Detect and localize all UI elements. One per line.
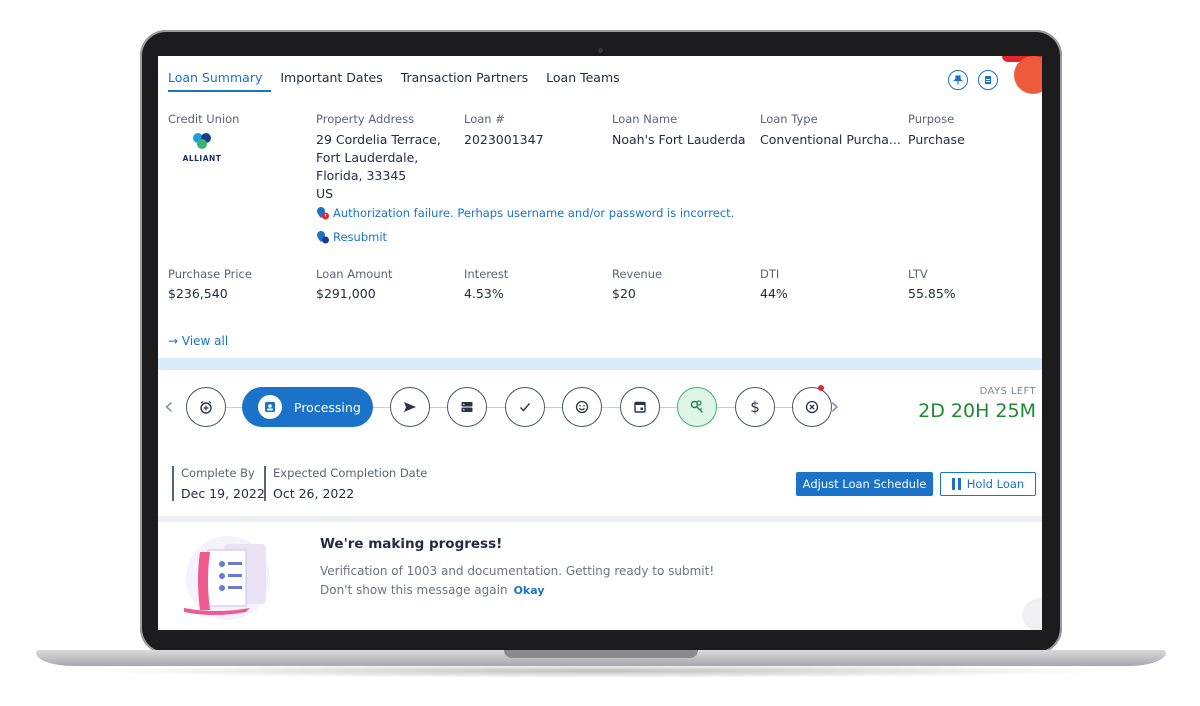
expected-completion-label: Expected Completion Date [273,466,428,480]
calendar-icon[interactable] [620,387,660,427]
notification-bell-icon[interactable] [1014,56,1042,94]
address-line-3: Florida, 33345 [316,168,407,183]
pin-icon[interactable] [948,70,968,90]
expected-completion: Expected Completion Date Oct 26, 2022 [264,466,427,501]
expected-completion-value: Oct 26, 2022 [273,486,355,501]
loan-number-value: 2023001347 [464,132,544,147]
revenue-value: $20 [612,286,636,301]
days-left-label: DAYS LEFT [979,386,1036,397]
tab-important-dates[interactable]: Important Dates [280,70,391,92]
loan-name-label: Loan Name [612,112,678,126]
loan-type-value: Conventional Purcha... [760,132,901,147]
tab-loan-summary[interactable]: Loan Summary [168,70,272,92]
complete-by: Complete By Dec 19, 2022 [172,466,265,501]
send-icon[interactable] [390,387,430,427]
hold-loan-button[interactable]: Hold Loan [940,472,1036,496]
dti-value: 44% [760,286,788,301]
smiley-icon[interactable] [562,387,602,427]
logo-text: ALLIANT [182,154,222,163]
loan-number-label: Loan # [464,112,505,126]
close-circle-icon[interactable] [792,387,832,427]
document-icon[interactable] [978,70,998,90]
complete-by-label: Complete By [181,466,255,480]
tab-bar: Loan Summary Important Dates Transaction… [168,70,638,92]
loan-amount-label: Loan Amount [316,267,393,281]
laptop-mockup: Loan Summary Important Dates Transaction… [0,0,1200,706]
chat-widget-icon[interactable] [1024,600,1042,630]
top-icon-group [948,70,998,90]
address-line-4: US [316,186,334,201]
chevron-right-icon[interactable]: › [830,392,840,420]
resubmit-link[interactable]: Resubmit [316,230,387,244]
credit-union-label: Credit Union [168,112,240,126]
purpose-value: Purchase [908,132,965,147]
processing-label: Processing [294,399,361,415]
address-line-1: 29 Cordelia Terrace, [316,132,441,147]
section-divider [158,358,1042,370]
alarm-clock-icon[interactable] [186,387,226,427]
resubmit-label: Resubmit [333,230,388,244]
resubmit-pin-icon [316,230,329,244]
dont-show-label: Don't show this message again [320,583,508,597]
loan-type-label: Loan Type [760,112,818,126]
camera [598,48,603,53]
alliant-logo: ALLIANT [178,129,226,163]
loan-amount-value: $291,000 [316,286,376,301]
interest-value: 4.53% [464,286,504,301]
okay-button[interactable]: Okay [514,584,545,597]
dollar-icon[interactable]: $ [735,387,775,427]
purpose-label: Purpose [908,112,955,126]
app-screen: Loan Summary Important Dates Transaction… [158,56,1042,630]
step-processing[interactable]: Processing [242,387,373,427]
laptop-notch [504,650,698,658]
alert-message: Authorization failure. Perhaps username … [333,206,735,220]
tab-loan-teams[interactable]: Loan Teams [546,70,629,92]
days-left-value: 2D 20H 25M [918,400,1036,422]
dont-show-again: Don't show this message again Okay [320,583,544,597]
authorization-alert: Authorization failure. Perhaps username … [316,206,734,220]
loan-name-value: Noah's Fort Lauderda [612,132,746,147]
tab-transaction-partners[interactable]: Transaction Partners [401,70,537,92]
view-all-link[interactable]: → View all [168,334,228,348]
purchase-price-value: $236,540 [168,286,228,301]
progress-body: Verification of 1003 and documentation. … [320,564,715,578]
dti-label: DTI [760,267,780,281]
ltv-label: LTV [908,267,928,281]
error-pin-icon [316,206,329,220]
interest-label: Interest [464,267,509,281]
revenue-label: Revenue [612,267,663,281]
message-divider [158,516,1042,522]
ltv-value: 55.85% [908,286,956,301]
property-address-label: Property Address [316,112,415,126]
server-icon[interactable] [447,387,487,427]
loan-stepper: ‹ Processing $ › DAYS LEFT 2D 20H 25M [158,380,1042,436]
pause-icon [951,478,961,490]
adjust-loan-schedule-button[interactable]: Adjust Loan Schedule [796,472,933,496]
contact-card-icon [258,395,282,419]
complete-by-value: Dec 19, 2022 [181,486,265,501]
alert-dot [818,385,824,391]
chevron-left-icon[interactable]: ‹ [164,392,174,420]
progress-title: We're making progress! [320,536,503,552]
hold-loan-label: Hold Loan [966,477,1025,491]
address-line-2: Fort Lauderdale, [316,150,419,165]
checkmark-icon[interactable] [505,387,545,427]
laptop-shadow [90,664,1110,678]
keys-icon[interactable] [677,387,717,427]
document-illustration [178,530,278,622]
purchase-price-label: Purchase Price [168,267,252,281]
